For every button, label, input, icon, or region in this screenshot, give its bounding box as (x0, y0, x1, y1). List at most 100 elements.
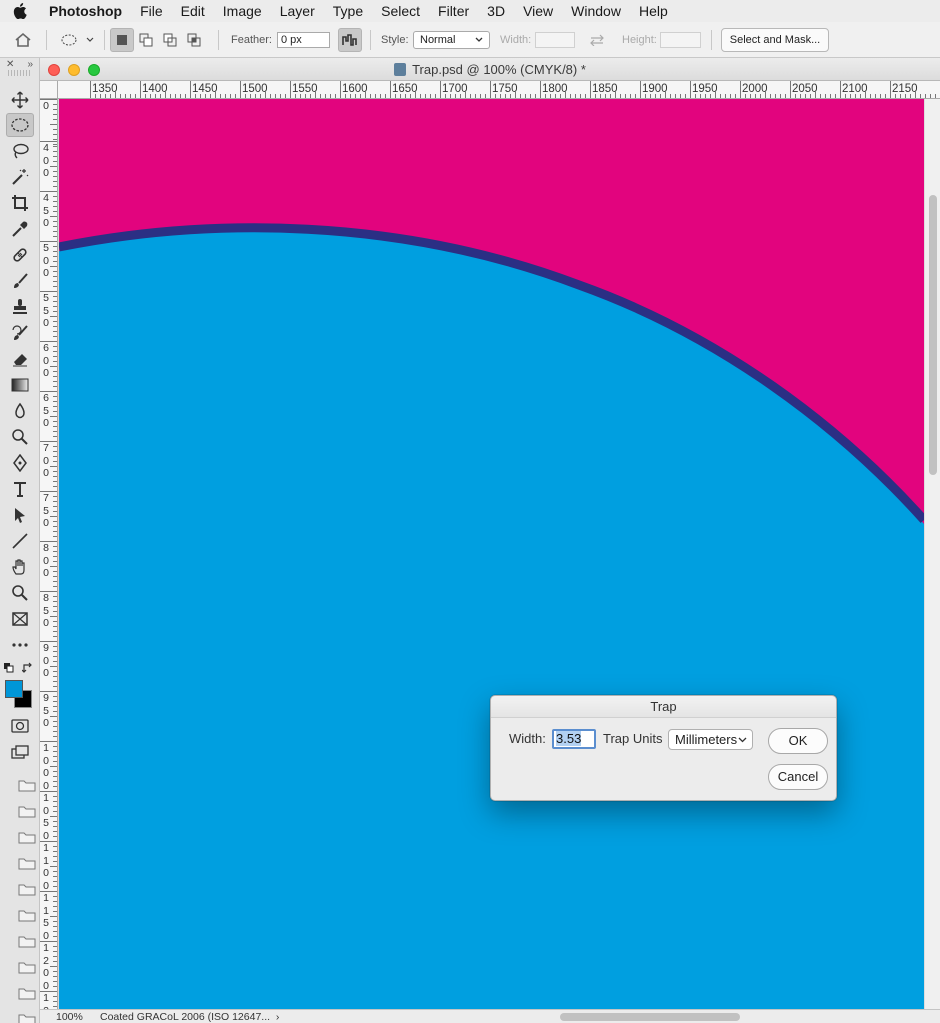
panel-group-folder-icon[interactable] (18, 830, 36, 844)
zoom-tool-icon[interactable] (6, 581, 34, 605)
intersect-selection-button[interactable] (182, 28, 206, 52)
type-tool-icon[interactable] (6, 477, 34, 501)
menu-help[interactable]: Help (630, 0, 677, 22)
pen-tool-icon[interactable] (6, 451, 34, 475)
cancel-button[interactable]: Cancel (768, 764, 828, 790)
vertical-scrollbar[interactable] (924, 99, 940, 1009)
horizontal-scroll-thumb[interactable] (560, 1013, 740, 1021)
ruler-label-digit: 9 (43, 642, 49, 654)
eraser-tool-icon[interactable] (6, 347, 34, 371)
lasso-tool-icon[interactable] (6, 139, 34, 163)
panel-grip[interactable] (8, 70, 31, 76)
style-select[interactable]: Normal (413, 31, 490, 49)
ruler-minor-tick (53, 119, 57, 120)
tool-preset-picker[interactable] (60, 22, 94, 58)
ruler-origin[interactable] (40, 81, 58, 99)
zoom-level[interactable]: 100% (56, 1010, 83, 1023)
new-selection-button[interactable] (110, 28, 134, 52)
panel-group-folder-icon[interactable] (18, 804, 36, 818)
horizontal-ruler[interactable]: 1350 1400 1450 1500 1550 1600 1650 1700 1750 1800… (58, 81, 940, 99)
panel-group-folder-icon[interactable] (18, 856, 36, 870)
menu-image[interactable]: Image (214, 0, 271, 22)
panel-group-folder-icon[interactable] (18, 778, 36, 792)
menu-edit[interactable]: Edit (172, 0, 214, 22)
apple-menu-icon[interactable] (0, 0, 40, 22)
quick-mask-icon[interactable] (6, 714, 34, 738)
swap-dimensions-icon[interactable] (589, 22, 605, 58)
ruler-minor-tick (53, 386, 57, 387)
menu-window[interactable]: Window (562, 0, 630, 22)
clone-stamp-tool-icon[interactable] (6, 295, 34, 319)
panel-group-folder-icon[interactable] (18, 1012, 36, 1023)
ruler-label-digit: 5 (43, 817, 49, 829)
width-input[interactable] (535, 32, 575, 48)
ruler-minor-tick (105, 94, 106, 98)
add-to-selection-button[interactable] (134, 28, 158, 52)
crop-tool-icon[interactable] (6, 191, 34, 215)
panel-group-folder-icon[interactable] (18, 986, 36, 1000)
home-icon[interactable] (14, 22, 32, 58)
menu-type[interactable]: Type (324, 0, 372, 22)
ruler-label-digit: 6 (43, 342, 49, 354)
subtract-from-selection-button[interactable] (158, 28, 182, 52)
vertical-ruler[interactable]: 0400450500550600650700750800850900950100… (40, 99, 58, 1009)
trap-width-input[interactable]: 3.53 (552, 729, 596, 749)
ruler-minor-tick (53, 456, 57, 457)
panel-group-folder-icon[interactable] (18, 934, 36, 948)
panel-group-folder-icon[interactable] (18, 908, 36, 922)
document-canvas[interactable] (59, 99, 924, 1009)
ruler-minor-tick (480, 94, 481, 98)
document-profile[interactable]: Coated GRACoL 2006 (ISO 12647... › (100, 1010, 279, 1023)
ruler-minor-tick (375, 94, 376, 98)
app-menu[interactable]: Photoshop (40, 0, 131, 22)
magic-wand-tool-icon[interactable] (6, 165, 34, 189)
foreground-color-swatch[interactable] (5, 680, 23, 698)
panel-close-icon[interactable]: ✕ (6, 59, 14, 70)
default-colors-icon[interactable] (4, 662, 14, 676)
brush-tool-icon[interactable] (6, 269, 34, 293)
swap-colors-icon[interactable] (21, 662, 34, 677)
dodge-tool-icon[interactable] (6, 425, 34, 449)
gradient-tool-icon[interactable] (6, 373, 34, 397)
elliptical-marquee-tool-icon[interactable] (6, 113, 34, 137)
line-tool-icon[interactable] (6, 529, 34, 553)
menu-file[interactable]: File (131, 0, 172, 22)
menu-filter[interactable]: Filter (429, 0, 478, 22)
panel-group-folder-icon[interactable] (18, 960, 36, 974)
more-tools-icon[interactable] (6, 633, 34, 657)
document-title-bar[interactable]: Trap.psd @ 100% (CMYK/8) * (40, 58, 940, 81)
ruler-label-digit: 5 (43, 292, 49, 304)
ruler-minor-tick (53, 921, 57, 922)
vertical-scroll-thumb[interactable] (929, 195, 937, 475)
eyedropper-tool-icon[interactable] (6, 217, 34, 241)
frame-tool-icon[interactable] (6, 607, 34, 631)
path-selection-tool-icon[interactable] (6, 503, 34, 527)
menu-view[interactable]: View (514, 0, 562, 22)
hand-tool-icon[interactable] (6, 555, 34, 579)
panel-group-folder-icon[interactable] (18, 882, 36, 896)
ruler-minor-tick (53, 556, 57, 557)
panel-collapse-icon[interactable]: » (27, 59, 33, 70)
ruler-minor-tick (53, 551, 57, 552)
screen-mode-icon[interactable] (6, 740, 34, 764)
move-tool-icon[interactable] (6, 88, 34, 112)
history-brush-tool-icon[interactable] (6, 321, 34, 345)
ruler-minor-tick (50, 616, 57, 617)
ruler-minor-tick (210, 94, 211, 98)
healing-brush-tool-icon[interactable] (6, 243, 34, 267)
menu-select[interactable]: Select (372, 0, 429, 22)
anti-alias-toggle[interactable] (338, 28, 362, 52)
menu-3d[interactable]: 3D (478, 0, 514, 22)
options-bar: Feather: 0 px Style: Normal Width: Heigh… (0, 22, 940, 58)
blur-tool-icon[interactable] (6, 399, 34, 423)
ok-button[interactable]: OK (768, 728, 828, 754)
feather-input[interactable]: 0 px (277, 32, 330, 48)
ruler-label-digit: 1 (43, 942, 49, 954)
height-input[interactable] (660, 32, 701, 48)
ruler-minor-tick (625, 94, 626, 98)
ruler-minor-tick (165, 90, 166, 98)
select-and-mask-button[interactable]: Select and Mask... (721, 28, 829, 52)
trap-units-select[interactable]: Millimeters (668, 729, 753, 750)
ruler-label-digit: 0 (43, 567, 49, 579)
menu-layer[interactable]: Layer (271, 0, 324, 22)
